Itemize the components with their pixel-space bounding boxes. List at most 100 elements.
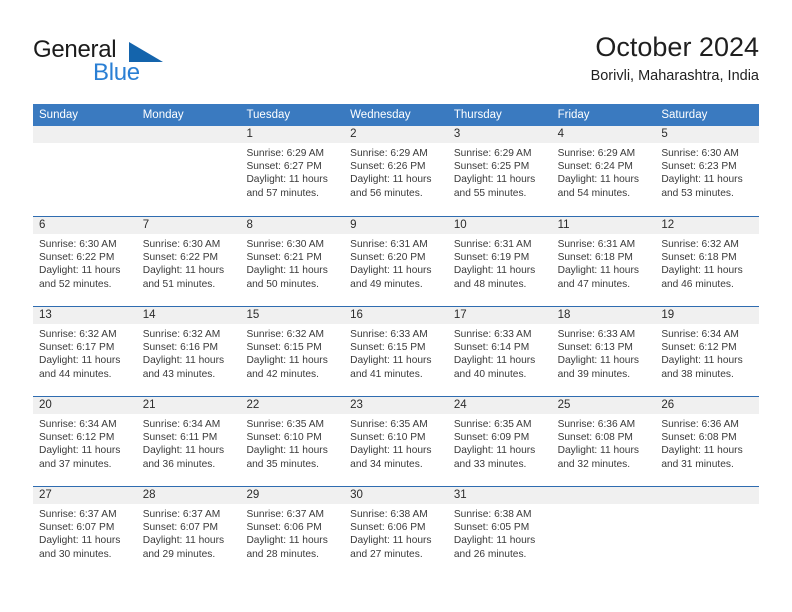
day-number: 26: [655, 397, 760, 414]
sunrise-text: Sunrise: 6:38 AM: [453, 509, 532, 520]
calendar-day-cell[interactable]: 28 Sunrise: 6:37 AM Sunset: 6:07 PM Dayligh…: [136, 487, 241, 576]
calendar-day-cell[interactable]: 24 Sunrise: 6:35 AM Sunset: 6:09 PM Dayligh…: [447, 397, 552, 486]
daylight-text: Daylight: 11 hours and 28 minutes.: [246, 535, 328, 560]
calendar-day-cell[interactable]: 10 Sunrise: 6:31 AM Sunset: 6:19 PM Dayligh…: [447, 217, 552, 306]
calendar-day-cell[interactable]: 20 Sunrise: 6:34 AM Sunset: 6:12 PM Dayligh…: [33, 397, 137, 486]
page-subtitle: Borivli, Maharashtra, India: [590, 68, 759, 84]
day-number: 8: [240, 217, 345, 234]
sunrise-text: Sunrise: 6:31 AM: [453, 239, 532, 250]
sunset-text: Sunset: 6:08 PM: [557, 432, 633, 444]
day-number: 16: [344, 307, 448, 324]
sunrise-text: Sunrise: 6:36 AM: [661, 419, 739, 430]
calendar-day-cell[interactable]: 30 Sunrise: 6:38 AM Sunset: 6:06 PM Dayligh…: [344, 487, 448, 576]
sunset-text: Sunset: 6:14 PM: [453, 342, 530, 354]
sunrise-text: Sunrise: 6:34 AM: [39, 419, 117, 430]
calendar-day-cell[interactable]: 1 Sunrise: 6:29 AM Sunset: 6:27 PM Daylight…: [240, 126, 345, 216]
calendar-day-cell[interactable]: 15 Sunrise: 6:32 AM Sunset: 6:15 PM Dayligh…: [240, 307, 345, 396]
calendar-day-cell[interactable]: 5 Sunrise: 6:30 AM Sunset: 6:23 PM Daylight…: [655, 126, 760, 216]
sunset-text: Sunset: 6:12 PM: [661, 342, 737, 354]
day-details: Sunrise: 6:36 AM Sunset: 6:08 PM Daylight:…: [655, 414, 759, 471]
calendar-day-cell[interactable]: 18 Sunrise: 6:33 AM Sunset: 6:13 PM Dayligh…: [551, 307, 656, 396]
weekday-header-friday: Friday: [557, 109, 590, 121]
calendar-day-cell[interactable]: 19 Sunrise: 6:34 AM Sunset: 6:12 PM Dayligh…: [655, 307, 760, 396]
calendar-day-cell[interactable]: 14 Sunrise: 6:32 AM Sunset: 6:16 PM Dayligh…: [136, 307, 241, 396]
day-number: 18: [551, 307, 656, 324]
daylight-text: Daylight: 11 hours and 44 minutes.: [39, 355, 121, 380]
sunrise-text: Sunrise: 6:35 AM: [246, 419, 325, 430]
day-number: [655, 487, 760, 504]
calendar-day-cell[interactable]: 25 Sunrise: 6:36 AM Sunset: 6:08 PM Dayligh…: [551, 397, 656, 486]
day-details: Sunrise: 6:37 AM Sunset: 6:07 PM Daylight:…: [137, 504, 241, 561]
sunset-text: Sunset: 6:27 PM: [246, 161, 322, 173]
sunrise-text: Sunrise: 6:33 AM: [453, 329, 532, 340]
sunset-text: Sunset: 6:08 PM: [661, 432, 737, 444]
calendar-day-cell[interactable]: 17 Sunrise: 6:33 AM Sunset: 6:14 PM Dayligh…: [447, 307, 552, 396]
day-number: 29: [240, 487, 345, 504]
weekday-header-saturday: Saturday: [661, 109, 708, 121]
sunrise-text: Sunrise: 6:29 AM: [453, 148, 532, 159]
calendar-day-cell[interactable]: 13 Sunrise: 6:32 AM Sunset: 6:17 PM Dayligh…: [33, 307, 137, 396]
day-details: Sunrise: 6:35 AM Sunset: 6:10 PM Daylight:…: [240, 414, 344, 471]
calendar-day-cell[interactable]: 2 Sunrise: 6:29 AM Sunset: 6:26 PM Daylight…: [344, 126, 448, 216]
daylight-text: Daylight: 11 hours and 32 minutes.: [557, 445, 639, 470]
day-number: [551, 487, 656, 504]
calendar-day-cell[interactable]: 7 Sunrise: 6:30 AM Sunset: 6:22 PM Daylight…: [136, 217, 241, 306]
day-number: 23: [344, 397, 448, 414]
day-number: 28: [136, 487, 241, 504]
sunset-text: Sunset: 6:26 PM: [350, 161, 426, 173]
day-number: 2: [344, 126, 448, 143]
day-details: Sunrise: 6:30 AM Sunset: 6:21 PM Daylight:…: [240, 234, 344, 291]
day-details: Sunrise: 6:37 AM Sunset: 6:06 PM Daylight:…: [240, 504, 344, 561]
sunset-text: Sunset: 6:19 PM: [453, 252, 530, 264]
day-number: 7: [136, 217, 241, 234]
sunset-text: Sunset: 6:13 PM: [557, 342, 633, 354]
sunset-text: Sunset: 6:16 PM: [142, 342, 219, 354]
calendar-day-cell[interactable]: 16 Sunrise: 6:33 AM Sunset: 6:15 PM Dayligh…: [344, 307, 448, 396]
calendar-day-cell[interactable]: 23 Sunrise: 6:35 AM Sunset: 6:10 PM Dayligh…: [344, 397, 448, 486]
sunrise-text: Sunrise: 6:35 AM: [350, 419, 428, 430]
sunset-text: Sunset: 6:06 PM: [246, 522, 322, 534]
calendar-day-cell[interactable]: 8 Sunrise: 6:30 AM Sunset: 6:21 PM Daylight…: [240, 217, 345, 306]
sunrise-text: Sunrise: 6:34 AM: [142, 419, 221, 430]
day-number: 17: [447, 307, 552, 324]
daylight-text: Daylight: 11 hours and 31 minutes.: [661, 445, 743, 470]
day-number: 4: [551, 126, 656, 143]
weekday-header-monday: Monday: [142, 109, 184, 121]
calendar-day-cell[interactable]: 26 Sunrise: 6:36 AM Sunset: 6:08 PM Dayligh…: [655, 397, 760, 486]
daylight-text: Daylight: 11 hours and 43 minutes.: [142, 355, 225, 380]
calendar-day-cell[interactable]: 12 Sunrise: 6:32 AM Sunset: 6:18 PM Dayligh…: [655, 217, 760, 306]
calendar-day-cell[interactable]: 3 Sunrise: 6:29 AM Sunset: 6:25 PM Daylight…: [447, 126, 552, 216]
calendar-day-cell[interactable]: 27 Sunrise: 6:37 AM Sunset: 6:07 PM Dayligh…: [33, 487, 137, 576]
daylight-text: Daylight: 11 hours and 34 minutes.: [350, 445, 432, 470]
daylight-text: Daylight: 11 hours and 47 minutes.: [557, 265, 639, 290]
day-number: 6: [33, 217, 137, 234]
sunset-text: Sunset: 6:11 PM: [142, 432, 218, 444]
calendar-day-cell[interactable]: 21 Sunrise: 6:34 AM Sunset: 6:11 PM Dayligh…: [136, 397, 241, 486]
day-details: Sunrise: 6:30 AM Sunset: 6:22 PM Daylight:…: [33, 234, 137, 291]
calendar-day-cell[interactable]: 9 Sunrise: 6:31 AM Sunset: 6:20 PM Daylight…: [344, 217, 448, 306]
day-details: Sunrise: 6:32 AM Sunset: 6:16 PM Daylight:…: [137, 324, 241, 381]
calendar-day-cell[interactable]: 11 Sunrise: 6:31 AM Sunset: 6:18 PM Dayligh…: [551, 217, 656, 306]
sunset-text: Sunset: 6:07 PM: [39, 522, 115, 534]
calendar-week-row: 1 Sunrise: 6:29 AM Sunset: 6:27 PM Daylight…: [33, 126, 760, 216]
daylight-text: Daylight: 11 hours and 26 minutes.: [453, 535, 536, 560]
daylight-text: Daylight: 11 hours and 40 minutes.: [453, 355, 536, 380]
day-details: Sunrise: 6:32 AM Sunset: 6:18 PM Daylight:…: [655, 234, 759, 291]
general-blue-logo[interactable]: General Blue: [33, 36, 233, 92]
weekday-header-tuesday: Tuesday: [246, 109, 291, 121]
sunrise-text: Sunrise: 6:35 AM: [453, 419, 532, 430]
calendar-day-cell[interactable]: 22 Sunrise: 6:35 AM Sunset: 6:10 PM Dayligh…: [240, 397, 345, 486]
daylight-text: Daylight: 11 hours and 49 minutes.: [350, 265, 432, 290]
sunrise-text: Sunrise: 6:37 AM: [246, 509, 325, 520]
sunrise-text: Sunrise: 6:30 AM: [39, 239, 117, 250]
daylight-text: Daylight: 11 hours and 30 minutes.: [39, 535, 121, 560]
day-number: 25: [551, 397, 656, 414]
day-details: Sunrise: 6:30 AM Sunset: 6:22 PM Daylight:…: [137, 234, 241, 291]
calendar-day-cell[interactable]: 31 Sunrise: 6:38 AM Sunset: 6:05 PM Dayligh…: [447, 487, 552, 576]
day-number: 19: [655, 307, 760, 324]
sunrise-text: Sunrise: 6:36 AM: [557, 419, 636, 430]
calendar-day-cell[interactable]: 6 Sunrise: 6:30 AM Sunset: 6:22 PM Daylight…: [33, 217, 137, 306]
calendar-day-cell[interactable]: 29 Sunrise: 6:37 AM Sunset: 6:06 PM Dayligh…: [240, 487, 345, 576]
calendar-day-cell[interactable]: 4 Sunrise: 6:29 AM Sunset: 6:24 PM Daylight…: [551, 126, 656, 216]
sunset-text: Sunset: 6:18 PM: [557, 252, 633, 264]
